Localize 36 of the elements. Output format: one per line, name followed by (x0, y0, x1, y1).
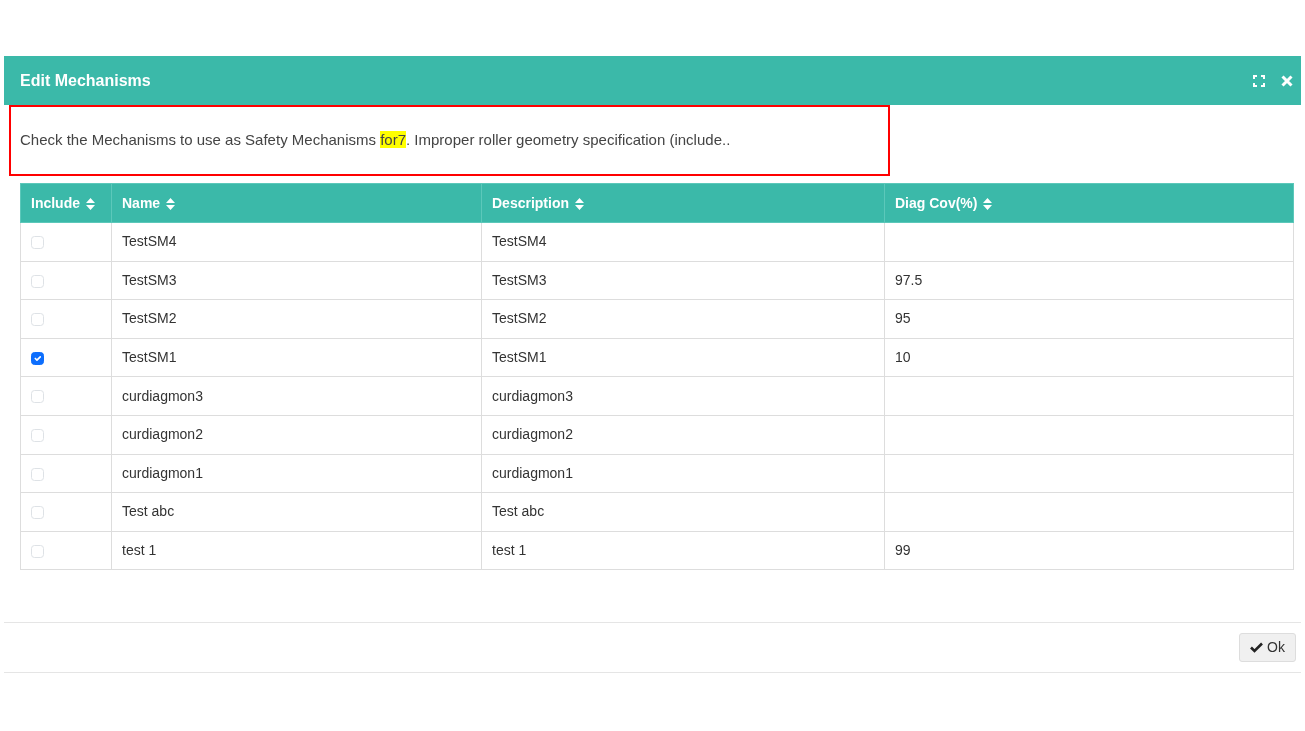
table-cell: curdiagmon1 (492, 464, 573, 481)
sort-icon[interactable] (86, 197, 95, 210)
include-checkbox[interactable] (31, 351, 44, 365)
check-icon (1250, 642, 1264, 654)
table-cell: TestSM1 (122, 349, 177, 366)
table-cell: TestSM1 (492, 349, 547, 366)
table-cell: TestSM3 (122, 271, 177, 288)
dialog-title: Edit Mechanisms (20, 70, 151, 91)
table-cell: 97.5 (895, 271, 923, 288)
sort-icon[interactable] (166, 197, 176, 210)
table-cell: TestSM2 (492, 310, 547, 327)
table-cell: TestSM3 (492, 271, 547, 288)
table-cell: curdiagmon2 (122, 426, 203, 443)
sort-icon[interactable] (575, 197, 584, 210)
table-cell: TestSM4 (492, 233, 547, 250)
table-cell: curdiagmon2 (492, 426, 573, 443)
close-icon[interactable] (1281, 74, 1293, 87)
maximize-icon[interactable] (1253, 74, 1265, 87)
table-cell: curdiagmon3 (492, 387, 573, 404)
table-cell: test 1 (492, 542, 527, 559)
table-cell: curdiagmon3 (122, 387, 203, 404)
instruction-text: Check the Mechanisms to use as Safety Mechanisms for7. Improper roller geometry specification (include.. (20, 130, 731, 151)
table-cell: TestSM4 (122, 233, 177, 250)
table-cell: 95 (895, 310, 911, 327)
ok-button[interactable]: Ok (1239, 633, 1296, 663)
table-cell: 99 (895, 542, 911, 559)
table-cell: Test abc (122, 503, 175, 520)
sort-icon[interactable] (983, 197, 993, 210)
column-header[interactable]: Name (122, 194, 161, 211)
column-header[interactable]: Diag Cov(%) (895, 194, 978, 211)
table-cell: TestSM2 (122, 310, 177, 327)
table-cell: curdiagmon1 (122, 464, 203, 481)
column-header[interactable]: Description (492, 194, 569, 211)
table-cell: 10 (895, 349, 911, 366)
table-cell: Test abc (492, 503, 545, 520)
table-cell: test 1 (122, 542, 157, 559)
